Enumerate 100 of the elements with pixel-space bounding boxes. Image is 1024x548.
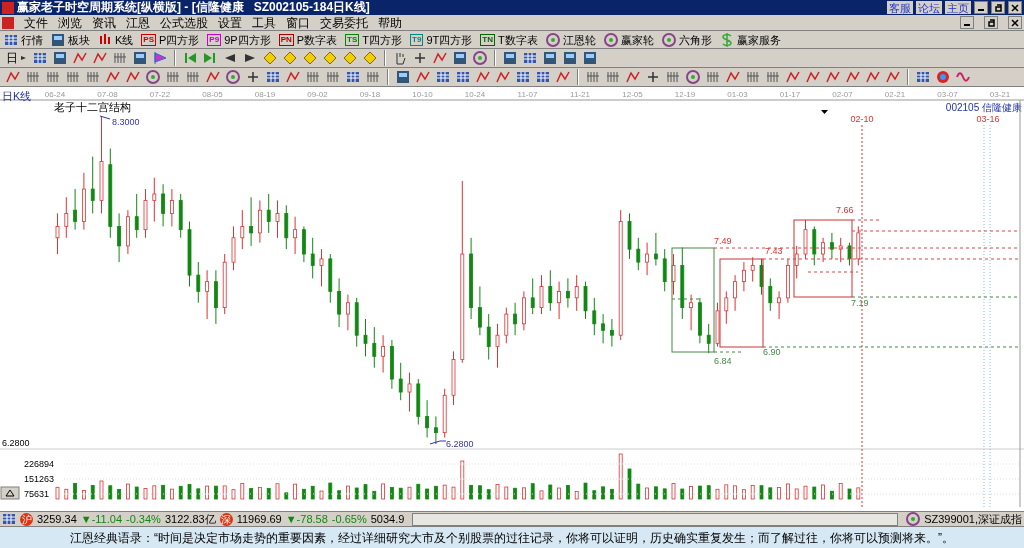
line-icon xyxy=(826,70,840,84)
quote-text: 江恩经典语录：“时间是决定市场走势的重要因素，经过详细研究大市及个别股票的过往记录，你将可以证明，历史确实重复发生；而了解过往，你将可以预测将来。”。 xyxy=(70,529,954,547)
menu-item[interactable]: 窗口 xyxy=(286,15,310,30)
diamond-button[interactable] xyxy=(341,49,359,67)
flag-button[interactable] xyxy=(151,49,169,67)
diamond-button[interactable] xyxy=(321,49,339,67)
target-button[interactable] xyxy=(471,49,489,67)
square-button[interactable] xyxy=(51,49,69,67)
candlestick xyxy=(434,415,438,445)
toolbar-button[interactable]: 板块 xyxy=(51,31,90,48)
volume-axis-label: 75631 xyxy=(24,489,50,499)
toolbar-button[interactable]: P9 9P四方形 xyxy=(207,31,271,48)
line-icon xyxy=(626,70,640,84)
header-link[interactable]: 主页 xyxy=(945,1,971,14)
close-button[interactable] xyxy=(1008,16,1022,29)
menu-item[interactable]: 设置 xyxy=(218,15,242,30)
square-icon xyxy=(543,51,557,65)
candlestick xyxy=(64,196,69,239)
line-icon xyxy=(416,70,430,84)
menu-item[interactable]: 资讯 xyxy=(92,15,116,30)
toolbar-button[interactable]: 江恩轮 xyxy=(545,31,596,48)
toolbar-button[interactable]: K线 xyxy=(98,31,134,48)
header-link[interactable]: 论坛 xyxy=(916,1,942,14)
square-button[interactable] xyxy=(451,49,469,67)
diamond-button[interactable] xyxy=(361,49,379,67)
square-icon xyxy=(53,51,67,65)
diamond-button[interactable] xyxy=(301,49,319,67)
candlestick xyxy=(381,334,385,374)
toolbar-button[interactable]: PS P四方形 xyxy=(141,31,200,48)
candlestick xyxy=(654,232,658,266)
restore-button[interactable] xyxy=(984,16,998,29)
target-button[interactable] xyxy=(144,68,162,86)
circle-icon xyxy=(936,70,950,84)
square-button[interactable] xyxy=(394,68,412,86)
square-button[interactable] xyxy=(561,49,579,67)
line-icon xyxy=(556,70,570,84)
toolbar-button[interactable]: 六角形 xyxy=(661,31,712,48)
menu-item[interactable]: 工具 xyxy=(252,15,276,30)
menu-item[interactable]: 公式选股 xyxy=(160,15,208,30)
target-icon xyxy=(603,32,618,47)
menu-item[interactable]: 浏览 xyxy=(58,15,82,30)
leader-line xyxy=(99,115,111,120)
date-label: 12-05 xyxy=(622,90,643,99)
badge-icon: PS xyxy=(141,33,156,46)
menu-item[interactable]: 江恩 xyxy=(126,15,150,30)
toolbar-button[interactable]: 赢家服务 xyxy=(719,31,781,48)
square-icon xyxy=(133,51,147,65)
diamond-icon xyxy=(283,51,297,65)
toolbar-button[interactable]: T9 9T四方形 xyxy=(410,31,473,48)
header-link[interactable]: 客服 xyxy=(887,1,913,14)
toolbar-button[interactable]: 赢家轮 xyxy=(603,31,654,48)
toolbar-button[interactable]: PN P数字表 xyxy=(278,31,338,48)
triangle-left-icon xyxy=(223,51,237,65)
diamond-button[interactable] xyxy=(281,49,299,67)
horizontal-scrollbar[interactable] xyxy=(412,512,899,526)
minimize-button[interactable] xyxy=(974,1,988,14)
line-icon xyxy=(286,70,300,84)
square-icon xyxy=(563,51,577,65)
candlestick xyxy=(134,193,139,239)
candlestick xyxy=(55,212,60,255)
period-dropdown[interactable]: 日 xyxy=(4,49,29,67)
restore-button[interactable] xyxy=(991,1,1005,14)
candlestick xyxy=(258,199,262,244)
square-button[interactable] xyxy=(501,49,519,67)
diamond-icon xyxy=(303,51,317,65)
line-icon xyxy=(476,70,490,84)
candlestick xyxy=(170,188,174,227)
bars-icon xyxy=(186,70,200,84)
badge-icon: TN xyxy=(480,33,495,46)
bars-icon xyxy=(46,70,60,84)
grid-icon xyxy=(436,70,450,84)
candlestick xyxy=(601,313,605,344)
price-label: 7.19 xyxy=(851,298,869,308)
toolbar-button[interactable]: TN T数字表 xyxy=(480,31,538,48)
target-button[interactable] xyxy=(684,68,702,86)
toolbar-button[interactable]: TS T四方形 xyxy=(345,31,403,48)
square-button[interactable] xyxy=(581,49,599,67)
candlestick xyxy=(319,248,324,287)
candlestick xyxy=(486,313,491,361)
menu-item[interactable]: 交易委托 xyxy=(320,15,368,30)
minimize-icon xyxy=(978,9,984,11)
target-button[interactable] xyxy=(224,68,242,86)
candlestick xyxy=(346,294,350,331)
grid-icon xyxy=(346,70,360,84)
minimize-button[interactable] xyxy=(960,16,974,29)
target-icon xyxy=(661,32,676,47)
close-button[interactable] xyxy=(1008,1,1022,14)
candlestick xyxy=(750,256,755,283)
app-logo-icon xyxy=(2,1,14,14)
menu-item[interactable]: 文件 xyxy=(24,15,48,30)
candlestick xyxy=(196,261,201,304)
square-button[interactable] xyxy=(541,49,559,67)
toolbar-button[interactable]: 行情 xyxy=(4,31,43,48)
candlestick xyxy=(662,248,667,292)
grid-icon xyxy=(523,51,537,65)
circle-button[interactable] xyxy=(934,68,952,86)
menu-item[interactable]: 帮助 xyxy=(378,15,402,30)
candlestick xyxy=(161,183,165,227)
square-button[interactable] xyxy=(131,49,149,67)
bars-icon xyxy=(586,70,600,84)
